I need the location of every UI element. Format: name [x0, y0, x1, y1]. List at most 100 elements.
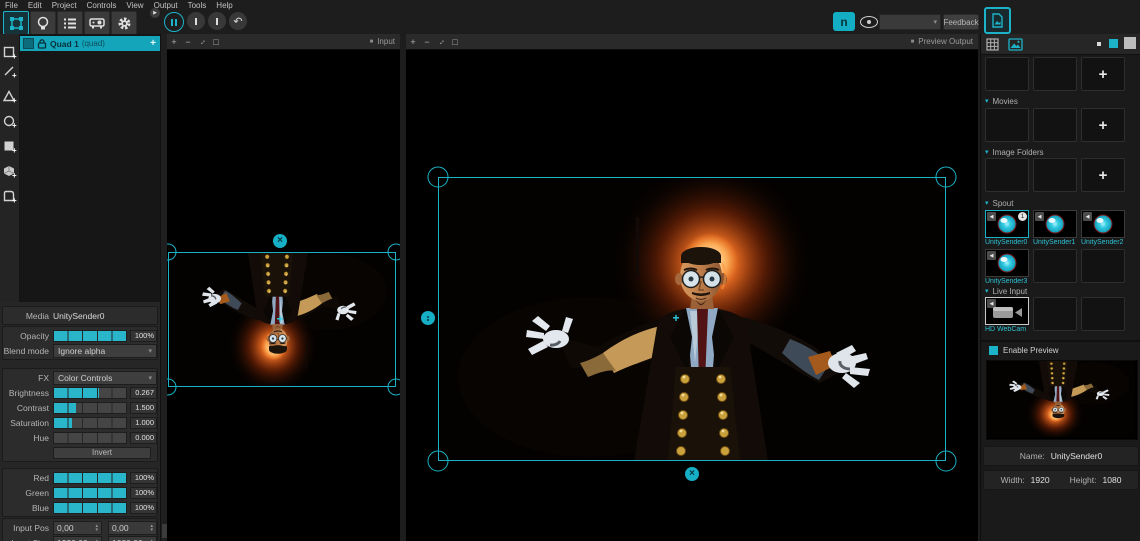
undo-button[interactable]: ↶ [229, 12, 247, 30]
red-value[interactable]: 100% [130, 472, 157, 484]
thumb-size-large[interactable] [1124, 37, 1136, 49]
visibility-toggle[interactable] [860, 16, 878, 28]
zoom-in-icon[interactable]: + [167, 37, 181, 47]
live-input-webcam[interactable]: ◀ [985, 297, 1029, 325]
media-slot-empty[interactable] [1081, 297, 1125, 331]
thumb-size-medium[interactable] [1109, 39, 1118, 48]
media-slot-empty[interactable] [1033, 108, 1077, 142]
reset-view-icon[interactable]: □ [448, 37, 462, 47]
input-pos-y-field[interactable]: 0,00 ▴▾ [108, 521, 157, 535]
spout-source-unitysender2[interactable]: ◀ [1081, 210, 1125, 238]
enable-preview-checkbox[interactable] [989, 346, 998, 355]
add-image-folder-button[interactable]: + [1081, 158, 1125, 192]
step-back-button[interactable] [187, 12, 205, 30]
green-slider[interactable] [53, 487, 127, 499]
spout-source-unitysender0[interactable]: ◀ 1 [985, 210, 1029, 238]
media-slot-empty[interactable] [985, 108, 1029, 142]
pause-button[interactable] [164, 12, 184, 32]
spout-source-unitysender3[interactable]: ◀ [985, 249, 1029, 277]
menu-tools[interactable]: Tools [188, 1, 207, 10]
blue-value[interactable]: 100% [130, 502, 157, 514]
input-pos-x-field[interactable]: 0,00 ▴▾ [53, 521, 102, 535]
enable-preview-row[interactable]: Enable Preview [989, 346, 1059, 355]
media-slot-empty[interactable] [1081, 249, 1125, 283]
menu-controls[interactable]: Controls [87, 1, 117, 10]
spinner-arrows-icon[interactable]: ▴▾ [95, 524, 98, 532]
thumb-size-small[interactable] [1097, 42, 1101, 46]
live-input-section-header[interactable]: ▾ Live Input [985, 286, 1027, 296]
blue-slider[interactable] [53, 502, 127, 514]
corner-handle[interactable] [388, 379, 401, 396]
spout-source-unitysender1[interactable]: ◀ [1033, 210, 1077, 238]
layer-visibility-checkbox[interactable] [23, 38, 34, 49]
add-movie-button[interactable]: + [1081, 108, 1125, 142]
saturation-value[interactable]: 1.000 [130, 417, 157, 429]
zoom-in-icon[interactable]: + [406, 37, 420, 47]
brightness-slider[interactable] [53, 387, 127, 399]
menu-view[interactable]: View [126, 1, 143, 10]
media-slot-empty[interactable] [1033, 249, 1077, 283]
corner-handle[interactable] [936, 451, 957, 472]
spinner-arrows-icon[interactable]: ▴▾ [150, 524, 153, 532]
layer-row-quad1[interactable]: Quad 1 (quad) + [20, 36, 160, 51]
add-line-tool[interactable]: + [0, 59, 19, 84]
list-tool-button[interactable] [57, 11, 83, 35]
lamp-tool-button[interactable] [30, 11, 56, 35]
corner-handle[interactable] [388, 244, 401, 261]
delete-point-handle[interactable]: × [273, 234, 287, 248]
green-value[interactable]: 100% [130, 487, 157, 499]
output-select[interactable]: ▾ [879, 14, 941, 30]
menu-edit[interactable]: Edit [28, 1, 42, 10]
grid-view-icon[interactable] [986, 38, 999, 51]
corner-handle[interactable] [428, 451, 449, 472]
quad-tool-button[interactable] [3, 11, 29, 35]
hue-value[interactable]: 0.000 [130, 432, 157, 444]
media-slot-empty[interactable] [1033, 57, 1077, 91]
notch-button[interactable]: n [833, 12, 855, 31]
image-folders-section-header[interactable]: ▾ Image Folders [985, 147, 1044, 157]
add-3d-object-tool[interactable]: + [0, 159, 19, 184]
hue-slider[interactable] [53, 432, 127, 444]
add-circle-tool[interactable]: + [0, 109, 19, 134]
menu-project[interactable]: Project [52, 1, 77, 10]
corner-handle[interactable] [936, 167, 957, 188]
fx-select[interactable]: Color Controls ▾ [53, 371, 157, 385]
add-bezier-tool[interactable]: + [0, 184, 19, 209]
add-layer-button[interactable]: + [150, 38, 156, 49]
input-size-y-field[interactable]: 1080,00 ▴▾ [108, 536, 157, 541]
contrast-slider[interactable] [53, 402, 127, 414]
input-canvas[interactable]: × + [167, 50, 400, 541]
zoom-out-icon[interactable]: − [181, 37, 195, 47]
feedback-button[interactable]: Feedback [943, 14, 979, 30]
add-image-button[interactable]: + [1081, 57, 1125, 91]
media-panel-button[interactable] [984, 7, 1011, 34]
fit-view-icon[interactable]: ↔ [194, 33, 210, 49]
invert-button[interactable]: Invert [53, 447, 151, 459]
contrast-value[interactable]: 1.500 [130, 402, 157, 414]
collapse-transport-button[interactable]: ▶ [150, 8, 160, 18]
reset-view-icon[interactable]: □ [209, 37, 223, 47]
preview-selection-rect[interactable] [438, 177, 946, 461]
media-slot-empty[interactable] [985, 158, 1029, 192]
spout-section-header[interactable]: ▾ Spout [985, 198, 1013, 208]
add-mask-tool[interactable]: + [0, 134, 19, 159]
opacity-value[interactable]: 100% [130, 330, 157, 342]
thumbnail-view-icon[interactable] [1008, 38, 1023, 51]
blend-mode-select[interactable]: Ignore alpha ▾ [53, 344, 157, 358]
delete-point-handle[interactable]: × [685, 467, 699, 481]
zoom-out-icon[interactable]: − [420, 37, 434, 47]
fit-view-icon[interactable]: ↔ [433, 33, 449, 49]
media-slot-empty[interactable] [985, 57, 1029, 91]
projector-tool-button[interactable] [84, 11, 110, 35]
input-size-x-field[interactable]: 1920,00 ▴▾ [53, 536, 102, 541]
menu-file[interactable]: File [5, 1, 18, 10]
media-slot-empty[interactable] [1033, 297, 1077, 331]
settings-tool-button[interactable] [111, 11, 137, 35]
brightness-value[interactable]: 0.267 [130, 387, 157, 399]
saturation-slider[interactable] [53, 417, 127, 429]
corner-handle[interactable] [428, 167, 449, 188]
add-triangle-tool[interactable]: + [0, 84, 19, 109]
media-slot-empty[interactable] [1033, 158, 1077, 192]
step-forward-button[interactable] [208, 12, 226, 30]
preview-canvas[interactable]: × + [406, 50, 978, 541]
